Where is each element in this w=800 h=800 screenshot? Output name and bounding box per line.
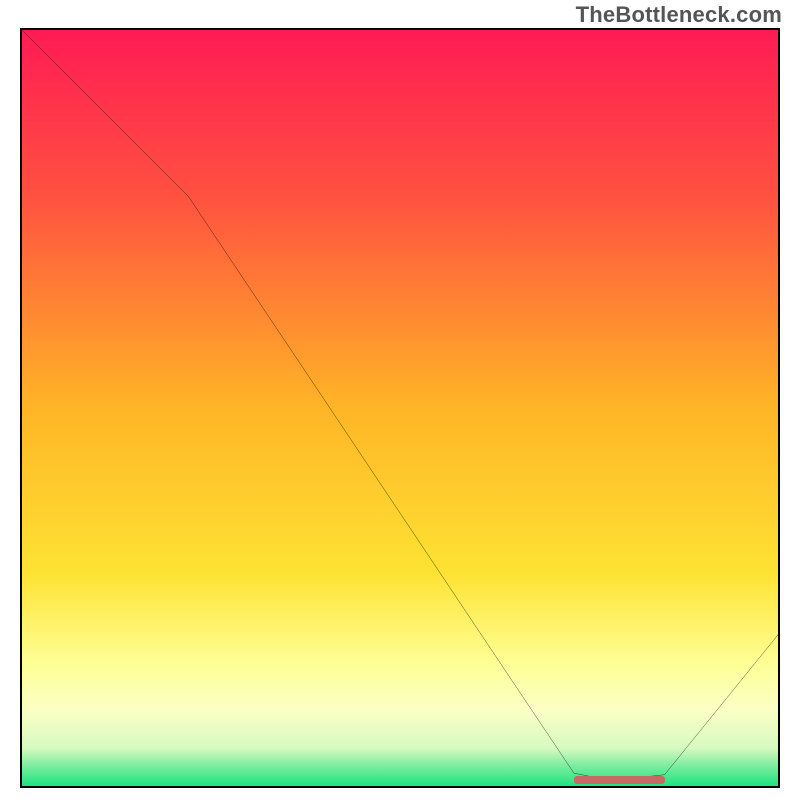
plot-area	[20, 28, 780, 788]
chart-container: TheBottleneck.com	[0, 0, 800, 800]
watermark-text: TheBottleneck.com	[576, 2, 782, 28]
optimal-range-marker	[574, 776, 665, 784]
background-gradient	[22, 30, 778, 786]
